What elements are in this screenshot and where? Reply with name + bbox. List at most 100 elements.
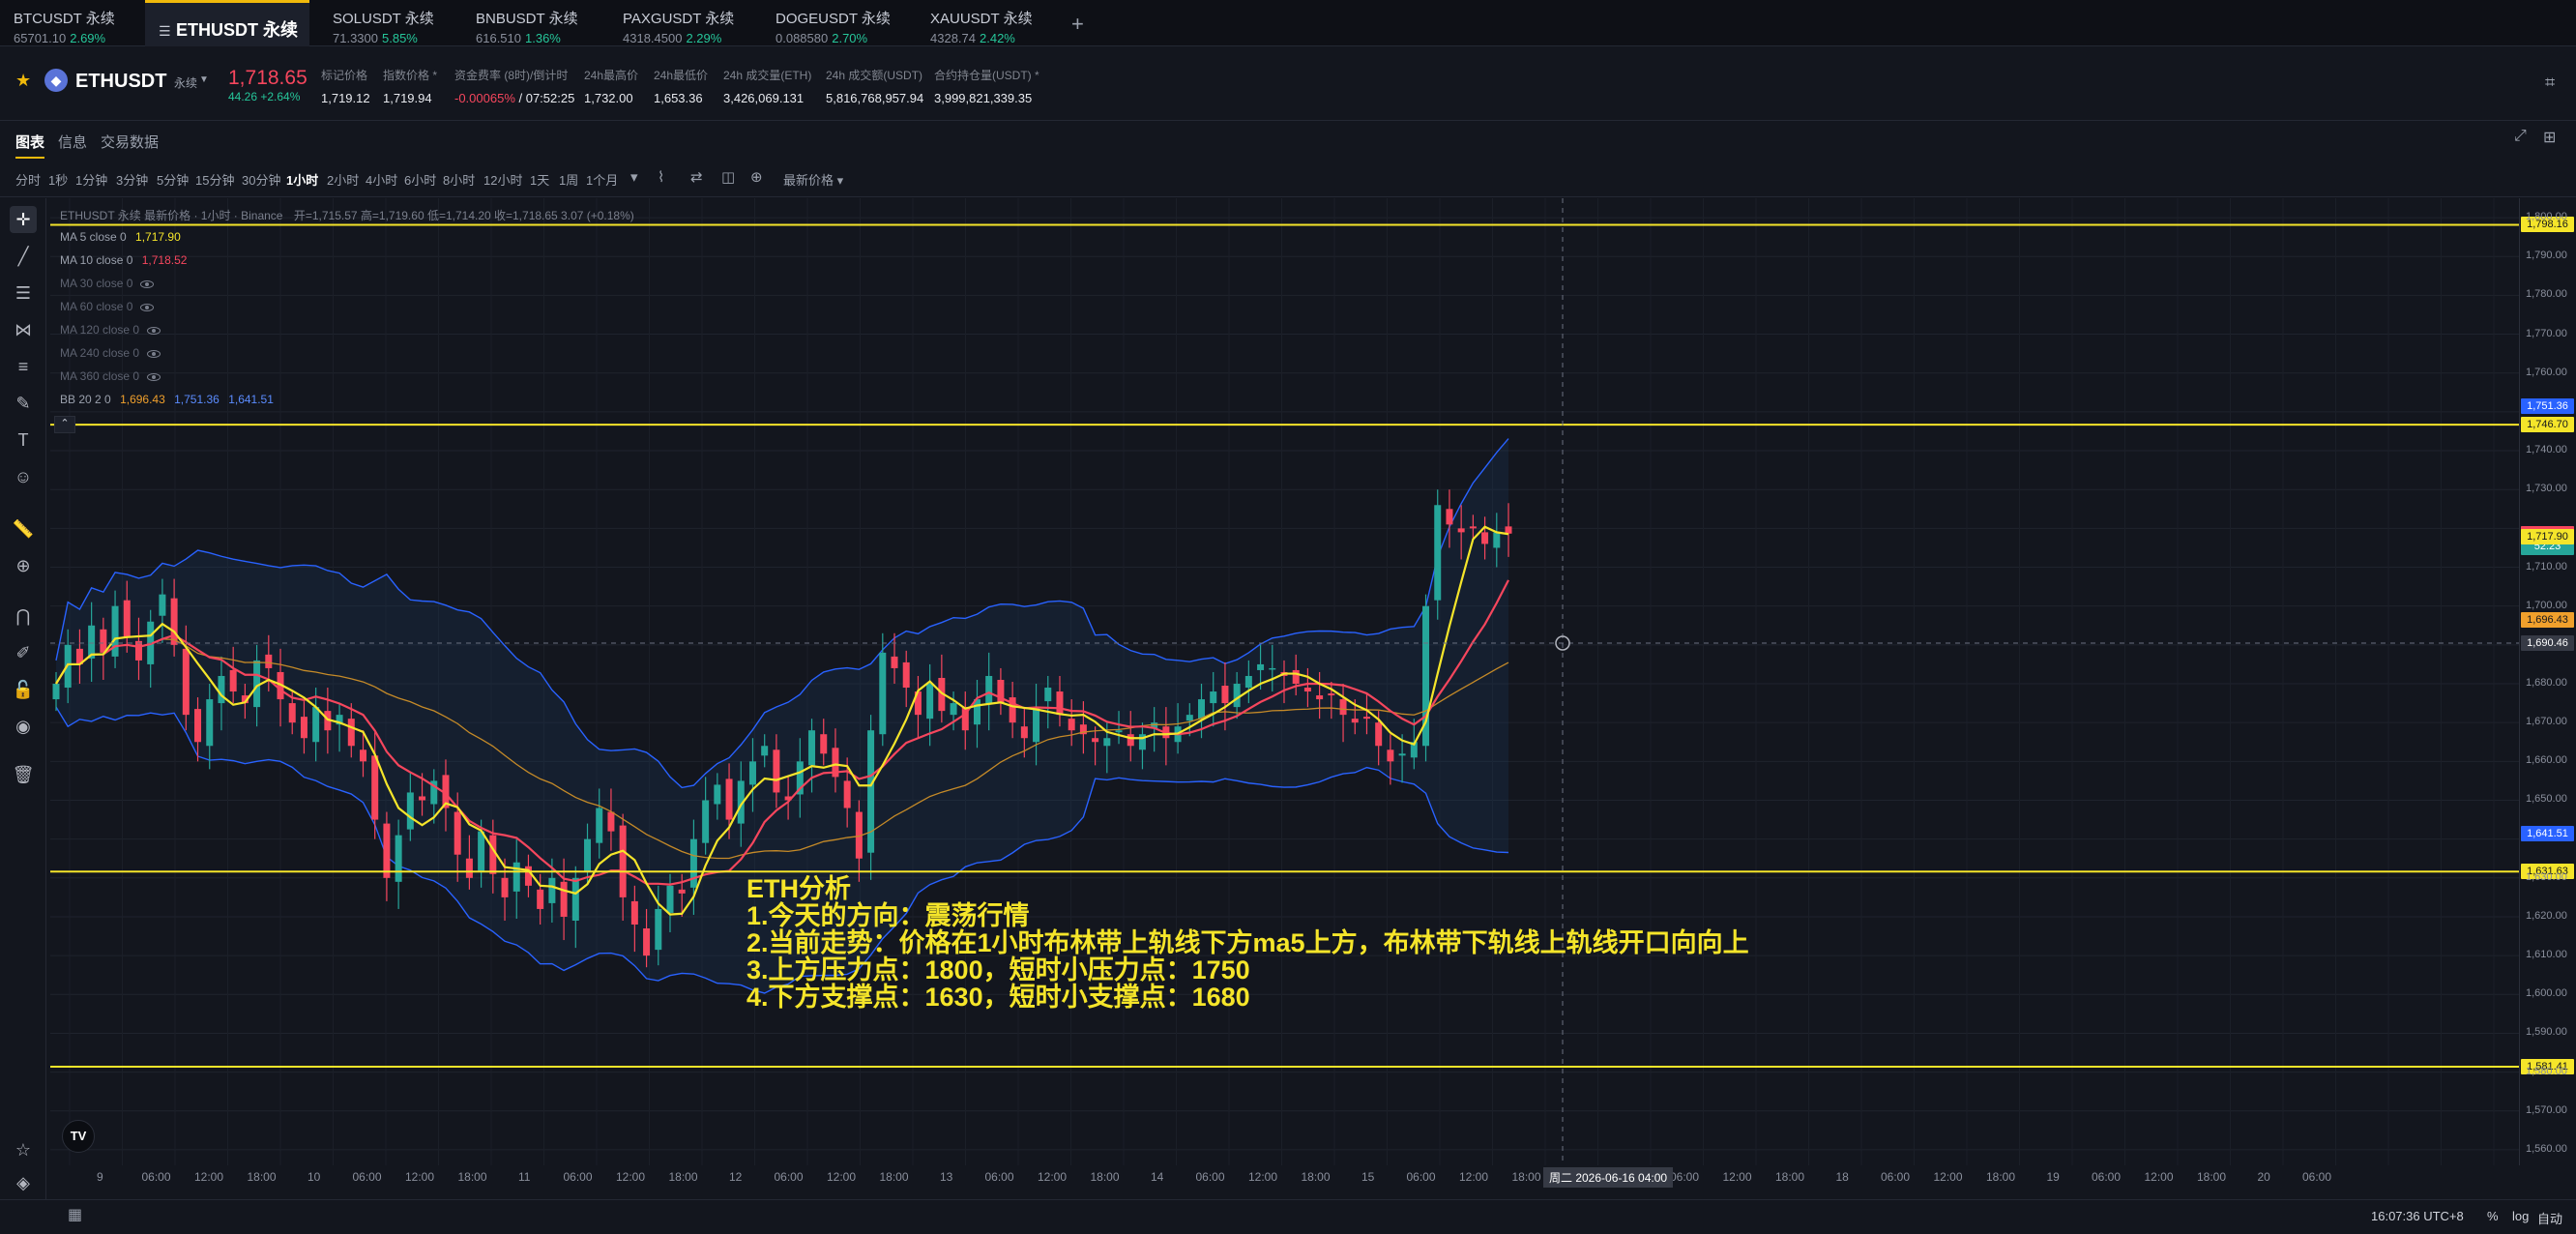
- interval-option[interactable]: 1天: [530, 170, 549, 189]
- log-toggle[interactable]: log: [2512, 1209, 2529, 1223]
- interval-option[interactable]: 分时: [15, 170, 41, 189]
- tab-xauusdt[interactable]: XAUUSDT 永续 4328.74 2.42%: [917, 0, 1046, 46]
- trash-icon[interactable]: 🗑: [10, 761, 37, 788]
- tab-bnbusdt[interactable]: BNBUSDT 永续 616.510 1.36%: [462, 0, 592, 46]
- pair-name[interactable]: ETHUSDT: [75, 71, 166, 93]
- time-tick-label: 18:00: [457, 1170, 487, 1184]
- eye-icon[interactable]: ◉: [10, 713, 37, 740]
- legend-ma120[interactable]: MA 120 close 0: [60, 323, 161, 337]
- price-tag: 1,717.90: [2521, 528, 2574, 544]
- lock-icon[interactable]: 🔓: [10, 676, 37, 703]
- interval-option-active[interactable]: 1小时: [286, 170, 318, 189]
- stat-open-interest: 合约持仓量(USDT) * 3,999,821,339.35: [934, 67, 1039, 105]
- expand-icon[interactable]: ⤢: [2514, 128, 2527, 145]
- legend-ma30[interactable]: MA 30 close 0: [60, 277, 155, 290]
- price-change: 44.26 +2.64%: [228, 90, 301, 103]
- legend-ohlc: 开=1,715.57 高=1,719.60 低=1,714.20 收=1,718…: [293, 209, 634, 222]
- percent-toggle[interactable]: %: [2487, 1209, 2499, 1223]
- candle-body: [1434, 505, 1442, 601]
- candle-body: [170, 598, 178, 645]
- lock-drawings-icon[interactable]: ✐: [10, 639, 37, 666]
- price-tick-label: 1,700.00: [2526, 599, 2567, 611]
- favorites-star-icon[interactable]: ☆: [10, 1136, 37, 1163]
- star-icon[interactable]: ★: [15, 71, 31, 91]
- interval-option[interactable]: 1周: [559, 170, 578, 189]
- price-tick-label: 1,560.00: [2526, 1142, 2567, 1155]
- candle-body: [512, 862, 520, 892]
- camera-icon[interactable]: ◫: [721, 168, 735, 186]
- grid-layout-icon[interactable]: ⊞: [2543, 128, 2556, 147]
- horizontal-lines-icon[interactable]: ☰: [10, 279, 37, 307]
- indicator-icon[interactable]: ⌇: [658, 168, 664, 186]
- add-tab-button[interactable]: +: [1071, 12, 1084, 37]
- interval-option[interactable]: 1个月: [586, 170, 618, 189]
- tradingview-logo[interactable]: TV: [62, 1120, 95, 1153]
- bb-upper-value: 1,751.36: [174, 393, 220, 406]
- eye-icon[interactable]: [147, 326, 161, 335]
- interval-option[interactable]: 3分钟: [116, 170, 148, 189]
- tab-price: 4328.74: [930, 31, 976, 45]
- drawing-toolbar: ✛ ╱ ☰ ⋈ ≡ ✎ T ☺ 📏 ⊕ ⋂ ✐ 🔓 ◉ 🗑 ☆ ◈: [0, 198, 46, 1199]
- calendar-icon[interactable]: ▦: [68, 1205, 82, 1224]
- ma-name: MA 30 close 0: [60, 277, 133, 290]
- candle-body: [1469, 526, 1477, 529]
- ticker-header: ★ ◆ ETHUSDT 永续 ▼ 1,718.65 44.26 +2.64% 标…: [0, 47, 2576, 121]
- interval-option[interactable]: 5分钟: [157, 170, 189, 189]
- zoom-icon[interactable]: ⊕: [10, 552, 37, 579]
- interval-option[interactable]: 15分钟: [195, 170, 234, 189]
- tab-paxgusdt[interactable]: PAXGUSDT 永续 4318.4500 2.29%: [609, 0, 747, 46]
- candle-body: [194, 709, 202, 743]
- tab-solusdt[interactable]: SOLUSDT 永续 71.3300 5.85%: [319, 0, 448, 46]
- interval-option[interactable]: 1秒: [48, 170, 68, 189]
- tab-info[interactable]: 信息: [58, 132, 87, 152]
- interval-option[interactable]: 12小时: [483, 170, 522, 189]
- legend-ma10[interactable]: MA 10 close 0 1,718.52: [60, 253, 187, 267]
- legend-ma5[interactable]: MA 5 close 0 1,717.90: [60, 230, 181, 244]
- tab-dogeusdt[interactable]: DOGEUSDT 永续 0.088580 2.70%: [762, 0, 904, 46]
- interval-option[interactable]: 8小时: [443, 170, 475, 189]
- ma-value: 1,717.90: [135, 230, 181, 244]
- legend-ma240[interactable]: MA 240 close 0: [60, 346, 161, 360]
- interval-option[interactable]: 2小时: [327, 170, 359, 189]
- emoji-icon[interactable]: ☺: [10, 463, 37, 490]
- candle-body: [1198, 699, 1206, 720]
- time-tick-label: 18: [1835, 1170, 1849, 1184]
- magnet-icon[interactable]: ⋂: [10, 602, 37, 630]
- legend-ma60[interactable]: MA 60 close 0: [60, 300, 155, 313]
- price-type-select[interactable]: 最新价格 ▾: [783, 170, 843, 189]
- layers-icon[interactable]: ◈: [10, 1169, 37, 1196]
- collapse-legend-icon[interactable]: ⌃: [54, 416, 75, 433]
- ruler-icon[interactable]: 📏: [10, 515, 37, 543]
- eye-icon[interactable]: [140, 303, 155, 311]
- compare-icon[interactable]: ⇄: [690, 168, 703, 186]
- price-tick-label: 1,800.00: [2526, 211, 2567, 223]
- layout-icon[interactable]: ⌗: [2545, 73, 2555, 93]
- fib-icon[interactable]: ≡: [10, 353, 37, 380]
- tab-btcusdt[interactable]: BTCUSDT 永续 65701.10 2.69%: [0, 0, 129, 46]
- chevron-down-icon[interactable]: ▾: [630, 168, 638, 186]
- eye-icon[interactable]: [140, 279, 155, 288]
- brush-icon[interactable]: ✎: [10, 390, 37, 417]
- candle-body: [678, 889, 686, 894]
- tab-trading-data[interactable]: 交易数据: [101, 132, 159, 152]
- legend-bb[interactable]: BB 20 2 0 1,696.43 1,751.36 1,641.51: [60, 393, 274, 406]
- chevron-down-icon[interactable]: ▼: [199, 74, 209, 85]
- price-chart[interactable]: [50, 198, 2524, 1165]
- eye-icon[interactable]: [147, 372, 161, 381]
- candle-body: [1068, 719, 1075, 731]
- eye-icon[interactable]: [147, 349, 161, 358]
- time-tick-label: 06:00: [563, 1170, 593, 1184]
- interval-option[interactable]: 30分钟: [242, 170, 280, 189]
- trendline-icon[interactable]: ╱: [10, 243, 37, 270]
- tab-ethusdt[interactable]: ☰ ETHUSDT 永续: [145, 0, 309, 46]
- legend-ma360[interactable]: MA 360 close 0: [60, 369, 161, 383]
- add-icon[interactable]: ⊕: [750, 168, 763, 186]
- crosshair-icon[interactable]: ✛: [10, 206, 37, 233]
- auto-toggle[interactable]: 自动: [2537, 1209, 2562, 1227]
- pattern-icon[interactable]: ⋈: [10, 316, 37, 343]
- interval-option[interactable]: 6小时: [404, 170, 436, 189]
- interval-option[interactable]: 1分钟: [75, 170, 107, 189]
- interval-option[interactable]: 4小时: [366, 170, 397, 189]
- tab-chart[interactable]: 图表: [15, 132, 45, 159]
- text-icon[interactable]: T: [10, 426, 37, 454]
